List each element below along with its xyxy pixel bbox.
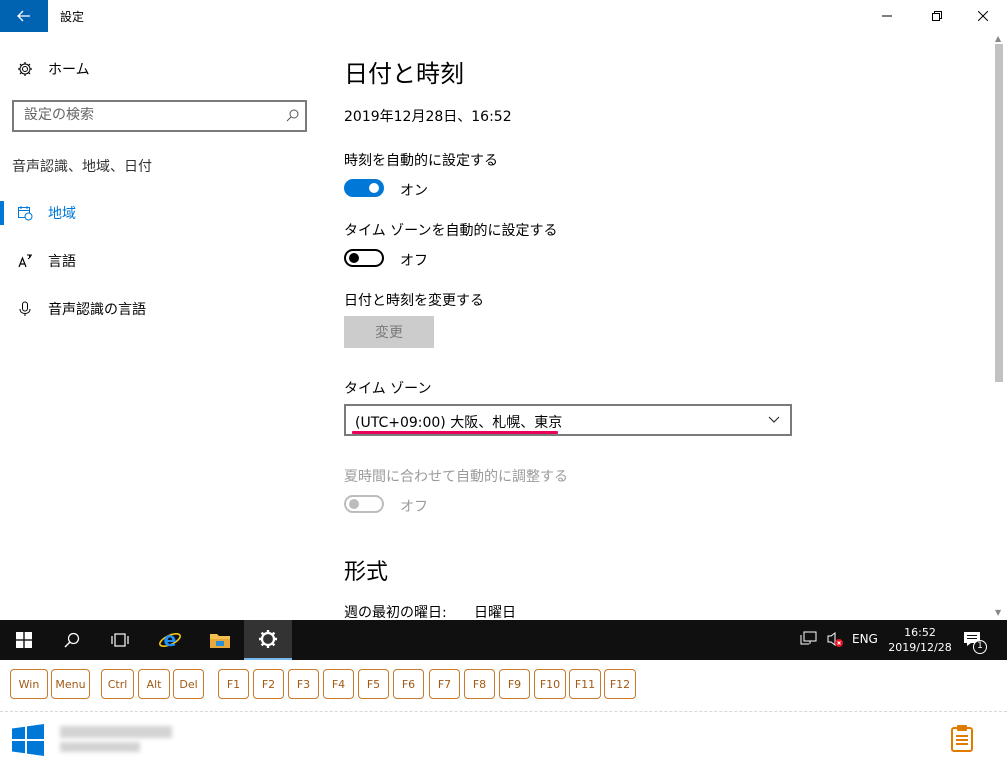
windows-logo-icon — [12, 724, 44, 760]
gear-icon — [14, 61, 36, 77]
key-f4[interactable]: F4 — [323, 669, 354, 699]
change-button[interactable]: 変更 — [344, 316, 434, 348]
clock-date: 2019/12/28 — [888, 641, 952, 654]
auto-timezone-state: オフ — [400, 253, 428, 269]
key-f8[interactable]: F8 — [464, 669, 495, 699]
scroll-down-arrow[interactable]: ▼ — [995, 608, 1001, 617]
auto-time-state: オン — [400, 183, 428, 199]
auto-time-toggle[interactable] — [344, 179, 384, 197]
clipboard-icon[interactable] — [950, 724, 974, 756]
minimize-button[interactable] — [864, 0, 910, 32]
page-title: 日付と時刻 — [344, 60, 464, 88]
sidebar-item-language[interactable]: 言語 — [0, 241, 330, 281]
action-center-button[interactable]: 1 — [962, 630, 990, 660]
key-f10[interactable]: F10 — [534, 669, 566, 699]
key-f9[interactable]: F9 — [499, 669, 530, 699]
timezone-select[interactable]: (UTC+09:00) 大阪、札幌、東京 — [344, 404, 792, 436]
auto-timezone-toggle[interactable] — [344, 249, 384, 267]
toggle-knob — [369, 183, 379, 193]
toggle-knob — [349, 253, 359, 263]
title-bar — [0, 0, 1007, 32]
key-f1[interactable]: F1 — [218, 669, 249, 699]
sidebar-item-label: 地域 — [48, 206, 76, 222]
key-alt[interactable]: Alt — [138, 669, 170, 699]
restore-icon — [932, 11, 942, 21]
svg-text:e: e — [164, 629, 177, 651]
current-datetime: 2019年12月28日、16:52 — [344, 109, 512, 125]
nav-section-label: 音声認識、地域、日付 — [12, 159, 152, 175]
search-icon — [286, 109, 299, 122]
dst-label: 夏時間に合わせて自動的に調整する — [344, 469, 568, 485]
timezone-label: タイム ゾーン — [344, 381, 432, 397]
internet-explorer-icon: e — [159, 629, 181, 651]
dst-state: オフ — [400, 499, 428, 515]
scrollbar-thumb[interactable] — [995, 44, 1003, 382]
region-icon — [14, 205, 36, 221]
search-input[interactable] — [24, 107, 274, 123]
search-icon — [64, 632, 80, 648]
toggle-knob — [349, 499, 359, 509]
divider — [0, 711, 1007, 712]
auto-time-label: 時刻を自動的に設定する — [344, 153, 498, 169]
close-button[interactable] — [960, 0, 1006, 32]
minimize-icon — [882, 15, 892, 17]
key-f7[interactable]: F7 — [429, 669, 460, 699]
auto-timezone-label: タイム ゾーンを自動的に設定する — [344, 223, 558, 239]
change-datetime-label: 日付と時刻を変更する — [344, 293, 484, 309]
scroll-up-arrow[interactable]: ▲ — [995, 34, 1001, 43]
chevron-down-icon — [768, 416, 780, 423]
first-day-value: 日曜日 — [474, 605, 516, 621]
key-del[interactable]: Del — [173, 669, 204, 699]
close-icon — [978, 11, 988, 21]
microphone-icon — [14, 301, 36, 317]
nav-home[interactable]: ホーム — [0, 49, 330, 89]
dst-toggle[interactable] — [344, 495, 384, 513]
task-view-icon — [111, 633, 129, 647]
folder-icon — [210, 634, 230, 648]
format-title: 形式 — [344, 560, 389, 585]
key-f3[interactable]: F3 — [288, 669, 319, 699]
taskbar-search-button[interactable] — [48, 620, 96, 660]
search-box[interactable] — [12, 100, 307, 132]
start-button[interactable] — [0, 620, 48, 660]
internet-explorer-button[interactable]: e — [146, 620, 194, 660]
window-title: 設定 — [60, 10, 85, 24]
language-icon — [14, 253, 36, 269]
file-explorer-button[interactable] — [196, 620, 244, 660]
sidebar-item-label: 言語 — [48, 254, 76, 270]
taskbar-clock[interactable]: 16:52 2019/12/28 — [888, 625, 952, 655]
key-f12[interactable]: F12 — [604, 669, 636, 699]
redacted-text — [60, 742, 140, 752]
volume-muted-icon[interactable] — [826, 630, 844, 652]
windows-logo-icon — [16, 632, 32, 648]
key-f2[interactable]: F2 — [253, 669, 284, 699]
network-icon[interactable] — [800, 630, 818, 652]
notification-count: 1 — [977, 641, 983, 651]
back-button[interactable] — [0, 0, 48, 32]
key-f5[interactable]: F5 — [358, 669, 389, 699]
key-f11[interactable]: F11 — [569, 669, 601, 699]
highlight-underline — [352, 431, 558, 434]
task-view-button[interactable] — [96, 620, 144, 660]
sidebar-item-region[interactable]: 地域 — [0, 193, 330, 233]
first-day-label: 週の最初の曜日: — [344, 605, 447, 621]
gear-icon — [259, 630, 277, 648]
arrow-left-icon — [17, 10, 30, 22]
key-ctrl[interactable]: Ctrl — [101, 669, 134, 699]
clock-time: 16:52 — [904, 626, 936, 639]
key-win[interactable]: Win — [10, 669, 48, 699]
sidebar-item-speech[interactable]: 音声認識の言語 — [0, 289, 330, 329]
sidebar-item-label: 音声認識の言語 — [48, 302, 146, 318]
key-menu[interactable]: Menu — [51, 669, 90, 699]
key-f6[interactable]: F6 — [393, 669, 424, 699]
nav-home-label: ホーム — [48, 62, 90, 78]
timezone-value: (UTC+09:00) 大阪、札幌、東京 — [355, 415, 563, 431]
ime-indicator[interactable]: ENG — [852, 632, 878, 646]
restore-button[interactable] — [914, 0, 960, 32]
settings-taskbar-button[interactable] — [244, 620, 292, 660]
redacted-text — [60, 726, 172, 738]
